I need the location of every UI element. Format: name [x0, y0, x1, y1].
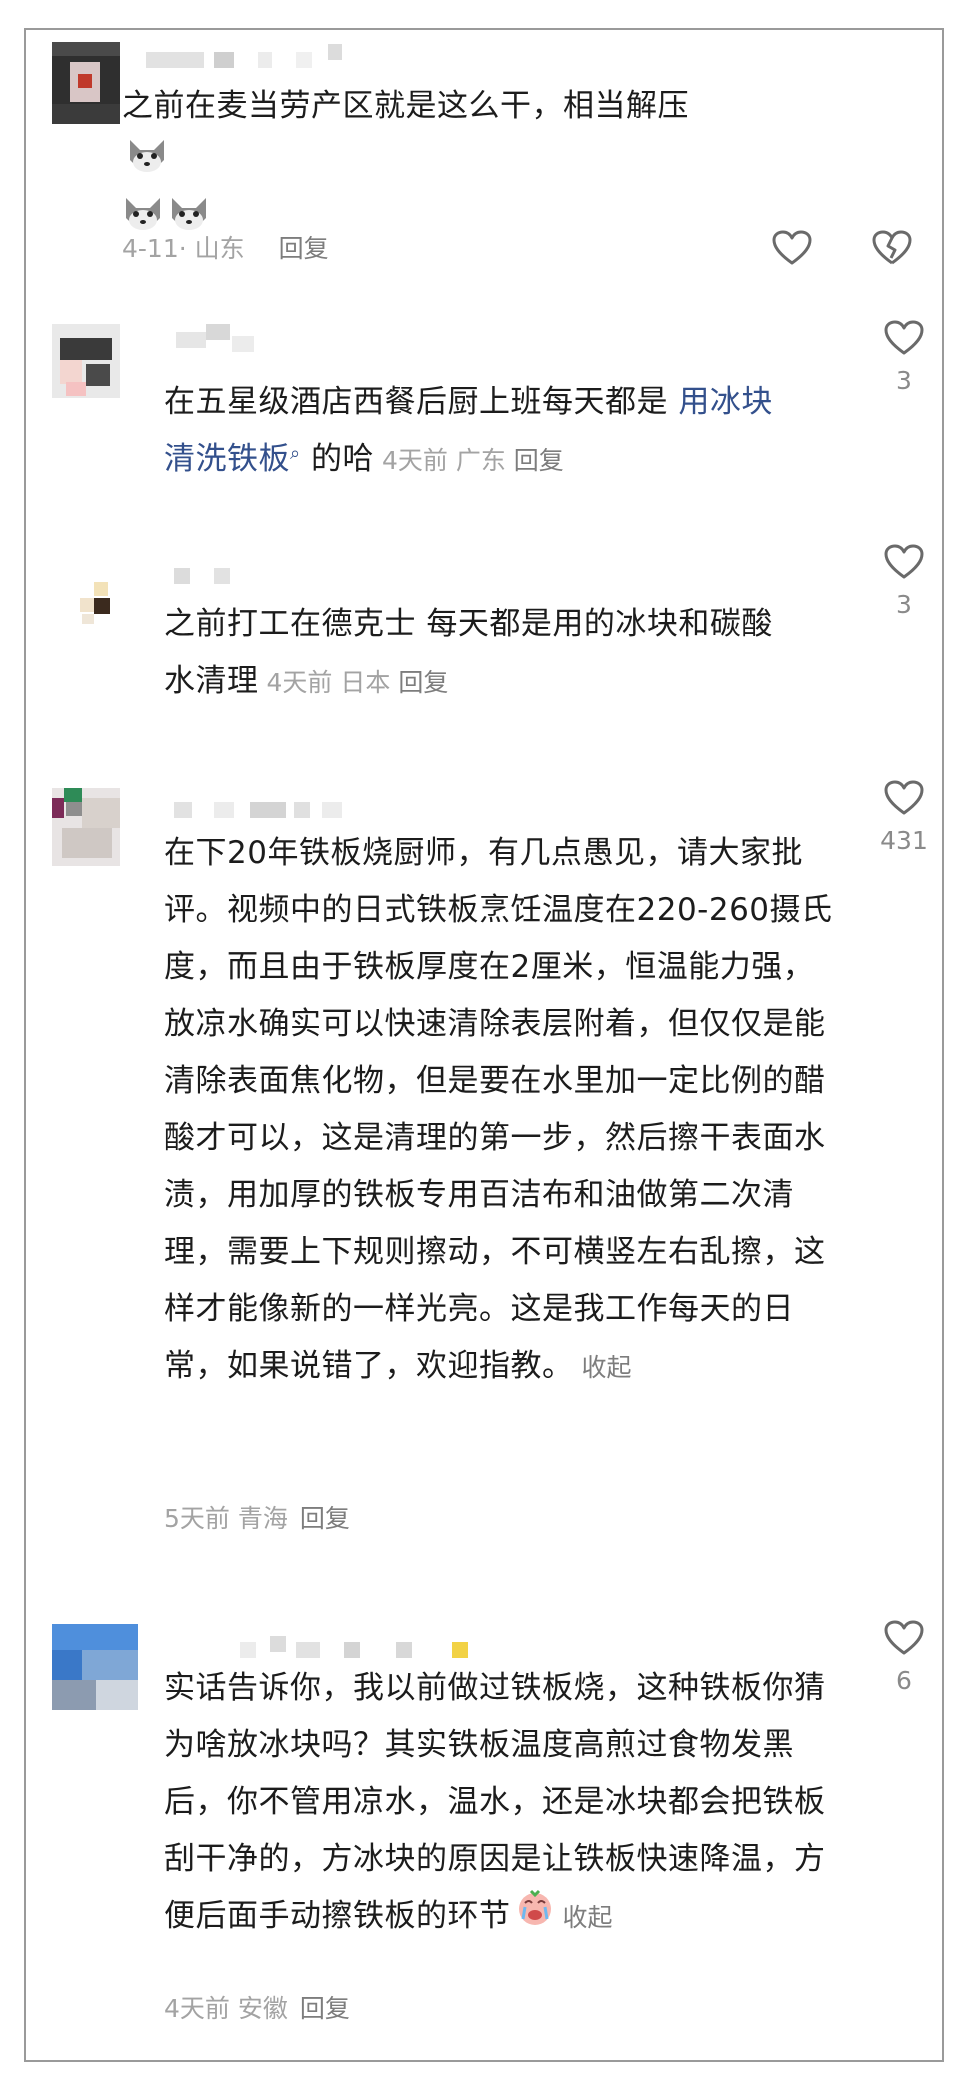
reply-button[interactable]: 回复: [300, 1504, 350, 1533]
husky-emoji: [126, 136, 168, 193]
avatar[interactable]: [52, 324, 120, 398]
avatar[interactable]: [52, 42, 120, 124]
like-button[interactable]: [772, 230, 812, 270]
comment-meta: 4天前 安徽 回复: [164, 1994, 350, 2023]
search-icon: ⌕: [290, 443, 301, 464]
like-button[interactable]: 3: [874, 320, 934, 395]
broken-heart-icon: [872, 230, 912, 265]
reply-button[interactable]: 回复: [300, 1994, 350, 2023]
comment-meta: 4-11· 山东 回复: [122, 234, 329, 263]
reply-button[interactable]: 回复: [398, 668, 448, 697]
comment-text: 在下20年铁板烧厨师，有几点愚见，请大家批评。视频中的日式铁板烹饪温度在220-…: [164, 835, 833, 1384]
reply-button[interactable]: 回复: [514, 446, 564, 475]
avatar[interactable]: [68, 576, 120, 628]
avatar[interactable]: [52, 1624, 138, 1710]
heart-icon: [772, 230, 812, 265]
like-button[interactable]: 6: [874, 1620, 934, 1695]
heart-icon: [884, 320, 924, 355]
like-count: 6: [896, 1666, 912, 1695]
like-count: 431: [880, 826, 928, 855]
like-count: 3: [896, 590, 912, 619]
comment-text: 之前打工在德克士 每天都是用的冰块和碳酸水清理 4天前 日本 回复: [164, 606, 773, 699]
comment-meta: 5天前 青海 回复: [164, 1504, 350, 1533]
crying-face-emoji: [515, 1889, 555, 1946]
heart-icon: [884, 780, 924, 815]
comment-list: 之前在麦当劳产区就是这么干，相当解压 4-11· 山东 回复 在五星级酒店西餐后…: [24, 28, 944, 2062]
heart-icon: [884, 544, 924, 579]
collapse-button[interactable]: 收起: [563, 1903, 613, 1932]
username[interactable]: [174, 562, 264, 588]
comment-text: 实话告诉你，我以前做过铁板烧，这种铁板你猜为啥放冰块吗？其实铁板温度高煎过食物发…: [164, 1660, 836, 1946]
heart-icon: [884, 1620, 924, 1655]
like-button[interactable]: 3: [874, 544, 934, 619]
collapse-button[interactable]: 收起: [582, 1353, 632, 1382]
avatar[interactable]: [52, 788, 120, 866]
like-button[interactable]: 431: [874, 780, 934, 855]
username[interactable]: [146, 44, 366, 78]
comment-text: 在五星级酒店西餐后厨上班每天都是 用冰块清洗铁板⌕ 的哈 4天前 广东 回复: [164, 384, 773, 477]
username[interactable]: [176, 324, 266, 352]
reply-button[interactable]: 回复: [279, 234, 329, 263]
comment-text: 之前在麦当劳产区就是这么干，相当解压: [122, 78, 722, 251]
like-count: 3: [896, 366, 912, 395]
dislike-button[interactable]: [872, 230, 912, 270]
